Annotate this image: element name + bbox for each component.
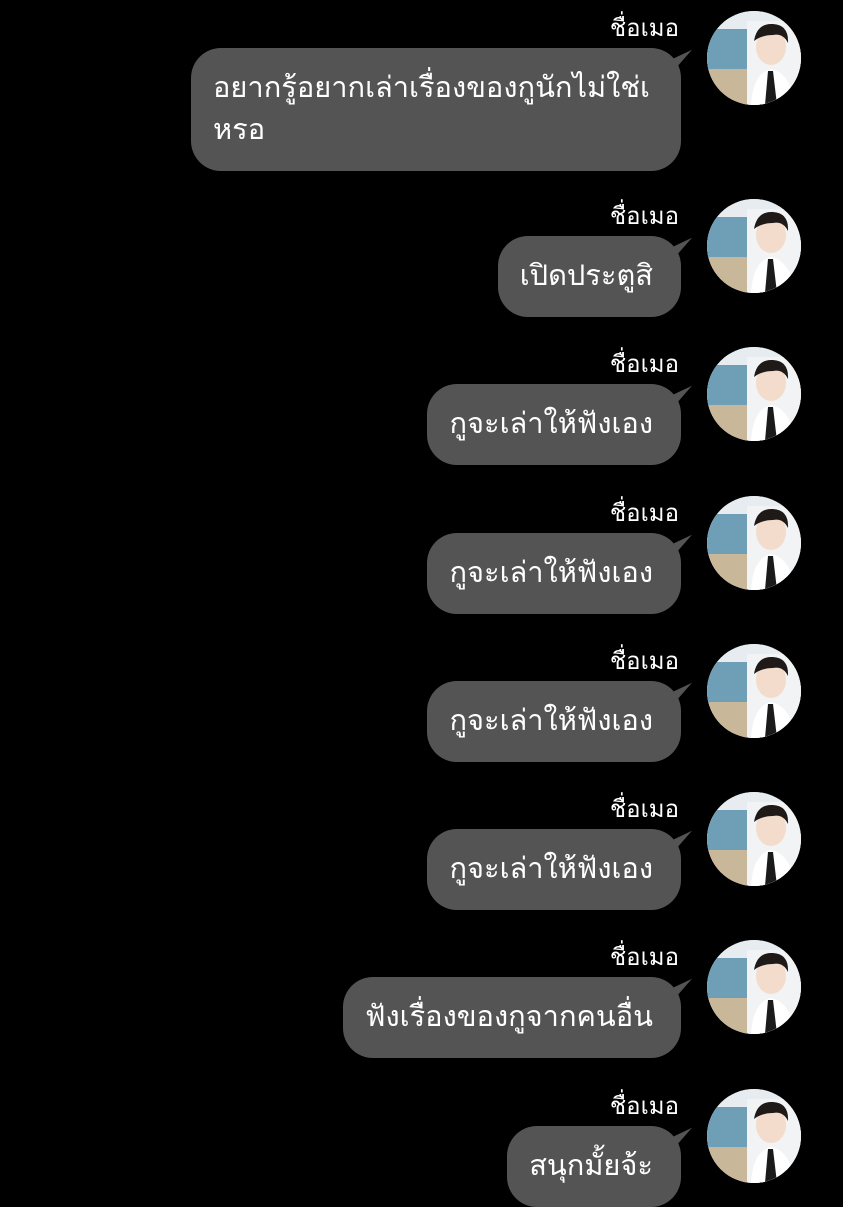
message-bubble[interactable]: กูจะเล่าให้ฟังเอง bbox=[427, 384, 681, 465]
message-bubble[interactable]: สนุกมั้ยจ้ะ bbox=[507, 1126, 681, 1207]
avatar[interactable] bbox=[707, 940, 801, 1034]
sender-name: ชื่อเมอ bbox=[609, 350, 679, 378]
avatar[interactable] bbox=[707, 644, 801, 738]
avatar[interactable] bbox=[707, 792, 801, 886]
avatar-photo-icon bbox=[707, 644, 801, 738]
avatar-photo-icon bbox=[707, 199, 801, 293]
message-bubble[interactable]: อยากรู้อยากเล่าเรื่องของกูนักไม่ใช่เหรอ bbox=[191, 48, 681, 171]
message-bubble[interactable]: ฟังเรื่องของกูจากคนอื่น bbox=[342, 977, 681, 1058]
message-bubble[interactable]: กูจะเล่าให้ฟังเอง bbox=[427, 829, 681, 910]
avatar[interactable] bbox=[707, 199, 801, 293]
sender-name: ชื่อเมอ bbox=[609, 795, 679, 823]
sender-name: ชื่อเมอ bbox=[609, 943, 679, 971]
avatar[interactable] bbox=[707, 496, 801, 590]
avatar-photo-icon bbox=[707, 940, 801, 1034]
avatar-photo-icon bbox=[707, 1089, 801, 1183]
avatar[interactable] bbox=[707, 347, 801, 441]
avatar[interactable] bbox=[707, 1089, 801, 1183]
chat-thread: ชื่อเมอ อยากรู้อยากเล่าเรื่องของกูนักไม่… bbox=[0, 0, 843, 1207]
avatar[interactable] bbox=[707, 11, 801, 105]
avatar-photo-icon bbox=[707, 11, 801, 105]
sender-name: ชื่อเมอ bbox=[609, 202, 679, 230]
message-bubble[interactable]: เปิดประตูสิ bbox=[497, 236, 681, 317]
sender-name: ชื่อเมอ bbox=[609, 1092, 679, 1120]
avatar-photo-icon bbox=[707, 496, 801, 590]
avatar-photo-icon bbox=[707, 347, 801, 441]
sender-name: ชื่อเมอ bbox=[609, 499, 679, 527]
message-bubble[interactable]: กูจะเล่าให้ฟังเอง bbox=[427, 681, 681, 762]
sender-name: ชื่อเมอ bbox=[609, 14, 679, 42]
sender-name: ชื่อเมอ bbox=[609, 647, 679, 675]
message-bubble[interactable]: กูจะเล่าให้ฟังเอง bbox=[427, 533, 681, 614]
avatar-photo-icon bbox=[707, 792, 801, 886]
